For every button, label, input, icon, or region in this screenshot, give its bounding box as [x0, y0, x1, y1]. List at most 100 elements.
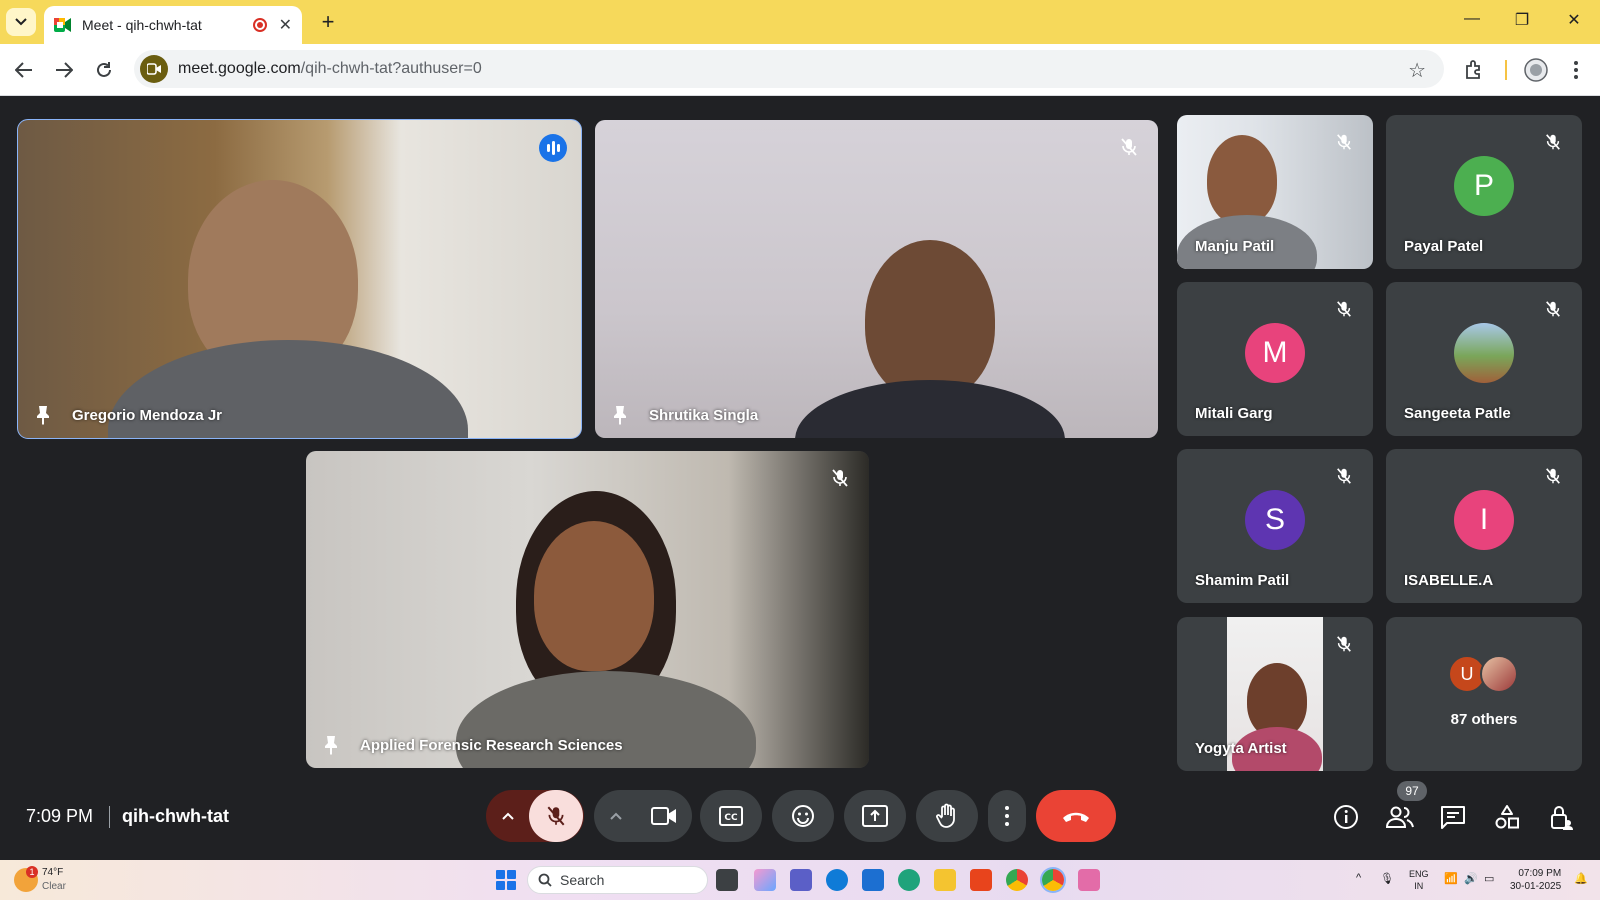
svg-text:CC: CC [724, 813, 738, 823]
camera-toggle-button[interactable] [637, 790, 691, 842]
info-icon [1334, 805, 1358, 829]
meet-logo-icon [54, 18, 71, 32]
pin-icon[interactable] [609, 404, 631, 426]
mic-off-icon [827, 465, 853, 491]
wifi-icon[interactable]: 📶 [1444, 872, 1458, 885]
back-button[interactable] [10, 56, 38, 84]
language-indicator[interactable]: ENG IN [1409, 868, 1429, 892]
site-info-icon[interactable] [140, 55, 168, 83]
file-explorer-icon[interactable] [934, 869, 956, 891]
clock-time: 07:09 PM [1518, 868, 1562, 879]
restore-button[interactable]: ❐ [1510, 10, 1534, 30]
snipping-tool-icon[interactable] [1078, 869, 1100, 891]
video-tile-yogyta[interactable]: Yogyta Artist [1177, 617, 1373, 771]
reload-button[interactable] [90, 56, 118, 84]
video-tile-mitali[interactable]: M Mitali Garg [1177, 282, 1373, 436]
task-view-icon[interactable] [716, 869, 738, 891]
chevron-up-icon[interactable]: ^ [1356, 872, 1361, 884]
raise-hand-icon [936, 803, 955, 828]
chrome-icon[interactable] [1006, 869, 1028, 891]
language-code: ENG [1409, 869, 1429, 879]
video-options-button[interactable] [595, 790, 637, 842]
chat-button[interactable] [1438, 802, 1468, 832]
more-options-button[interactable] [988, 790, 1026, 842]
audio-options-button[interactable] [487, 790, 529, 842]
bookmark-star-icon[interactable]: ☆ [1408, 58, 1426, 83]
activities-icon [1495, 805, 1519, 829]
leave-call-button[interactable] [1036, 790, 1116, 842]
video-tile-sangeeta[interactable]: Sangeeta Patle [1386, 282, 1582, 436]
captions-button[interactable]: CC [700, 790, 762, 842]
chevron-up-icon [610, 812, 622, 820]
pin-icon[interactable] [320, 734, 342, 756]
mic-off-icon [1116, 134, 1142, 160]
close-window-button[interactable]: ✕ [1562, 10, 1586, 30]
mail-icon[interactable] [862, 869, 884, 891]
minimize-button[interactable]: — [1460, 10, 1484, 28]
video-tile-shamim[interactable]: S Shamim Patil [1177, 449, 1373, 603]
battery-icon[interactable]: ▭ [1484, 872, 1494, 885]
video-tile-shrutika[interactable]: Shrutika Singla [595, 120, 1158, 438]
activities-button[interactable] [1492, 802, 1522, 832]
people-button[interactable] [1385, 802, 1415, 832]
system-clock[interactable]: 07:09 PM 30-01-2025 [1510, 867, 1561, 893]
region-code: IN [1414, 881, 1424, 891]
arrow-right-icon [56, 62, 73, 78]
profile-avatar[interactable] [1522, 56, 1550, 84]
edge-dev-icon[interactable] [898, 869, 920, 891]
host-controls-button[interactable] [1546, 802, 1576, 832]
profile-icon [1524, 58, 1548, 82]
video-tile-gregorio[interactable]: Gregorio Mendoza Jr [17, 119, 582, 439]
address-bar[interactable]: meet.google.com/qih-chwh-tat?authuser=0 … [134, 50, 1444, 88]
video-tile-isabelle[interactable]: I ISABELLE.A [1386, 449, 1582, 603]
mic-off-icon [1331, 463, 1357, 489]
notifications-icon[interactable]: 🔔 [1574, 872, 1588, 885]
raise-hand-button[interactable] [916, 790, 978, 842]
participant-name: Shrutika Singla [649, 407, 759, 424]
browser-menu-button[interactable] [1562, 56, 1590, 84]
people-icon [1386, 806, 1414, 828]
reactions-button[interactable] [772, 790, 834, 842]
more-vert-icon [1574, 61, 1578, 79]
taskbar-search-label: Search [560, 872, 605, 888]
edge-icon[interactable] [826, 869, 848, 891]
video-tile-applied-forensic[interactable]: Applied Forensic Research Sciences [306, 451, 869, 768]
video-tile-manju[interactable]: Manju Patil [1177, 115, 1373, 269]
chrome-active-icon[interactable] [1042, 869, 1064, 891]
taskbar-search[interactable]: Search [527, 866, 708, 894]
participant-name: Sangeeta Patle [1404, 405, 1511, 422]
toolbar-divider [1505, 60, 1507, 80]
mic-off-icon [1540, 463, 1566, 489]
weather-badge: 1 [26, 866, 38, 878]
meeting-details-button[interactable] [1331, 802, 1361, 832]
participant-name: Yogyta Artist [1195, 740, 1287, 757]
microphone-icon[interactable]: 🎙 [1380, 872, 1394, 885]
mic-off-icon [1331, 129, 1357, 155]
pin-icon[interactable] [32, 404, 54, 426]
office-icon[interactable] [970, 869, 992, 891]
os-taskbar: 1 74°F Clear Search ^ 🎙 ENG IN 📶 🔊 ▭ 07:… [0, 860, 1600, 900]
volume-icon[interactable]: 🔊 [1464, 872, 1478, 885]
teams-icon[interactable] [790, 869, 812, 891]
mic-toggle-button[interactable] [529, 790, 583, 842]
participant-video [1207, 135, 1277, 225]
mic-off-icon [1331, 296, 1357, 322]
extensions-button[interactable] [1460, 56, 1488, 84]
tab-search-button[interactable] [6, 8, 36, 36]
others-tile[interactable]: U 87 others [1386, 617, 1582, 771]
tab-close-icon[interactable]: ✕ [279, 15, 292, 35]
present-screen-button[interactable] [844, 790, 906, 842]
speaking-indicator-icon [539, 134, 567, 162]
participant-name: Mitali Garg [1195, 405, 1273, 422]
tab-meet[interactable]: Meet - qih-chwh-tat ✕ [44, 6, 302, 44]
arrow-left-icon [15, 62, 32, 78]
forward-button[interactable] [50, 56, 78, 84]
copilot-icon[interactable] [754, 869, 776, 891]
avatar: I [1454, 489, 1514, 550]
video-tile-payal[interactable]: P Payal Patel [1386, 115, 1582, 269]
weather-temp: 74°F [42, 867, 64, 878]
url-text: meet.google.com/qih-chwh-tat?authuser=0 [178, 60, 482, 78]
start-button[interactable] [496, 870, 516, 890]
new-tab-button[interactable]: + [314, 8, 342, 36]
participant-name: Applied Forensic Research Sciences [360, 737, 623, 754]
